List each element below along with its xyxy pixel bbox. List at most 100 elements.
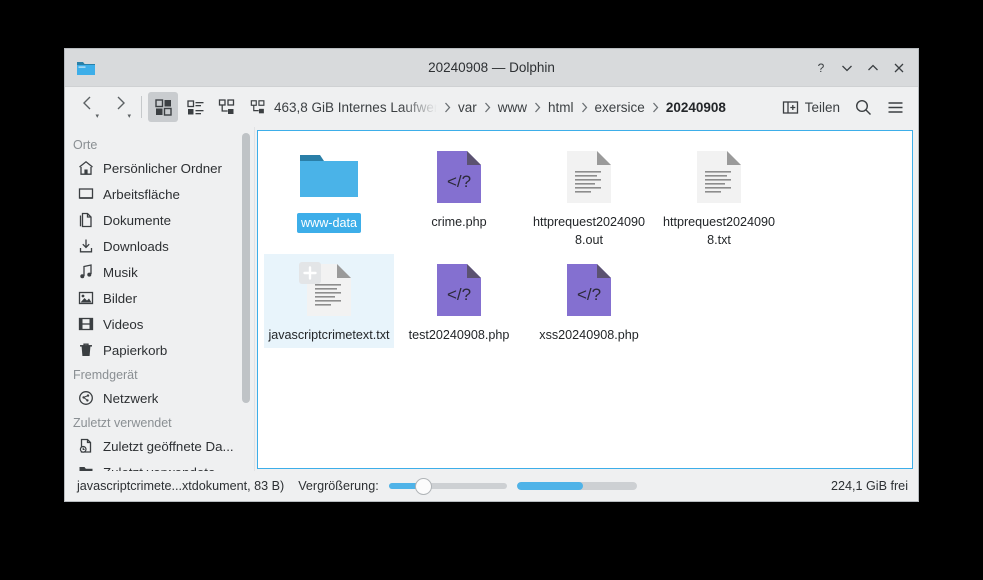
sidebar-item-label: Zuletzt verwendete ... [103,465,230,472]
places-root-icon[interactable] [250,99,267,116]
recent-folders-icon [77,464,94,471]
breadcrumb-item-var[interactable]: var [458,100,477,115]
share-panel-icon [782,99,799,116]
search-icon[interactable] [848,92,878,122]
sidebar-item-music[interactable]: Musik [65,259,255,285]
sidebar-item-label: Netzwerk [103,390,159,406]
sidebar-item-pictures[interactable]: Bilder [65,285,255,311]
window-controls: ? [808,55,918,81]
trash-icon [77,342,94,359]
sidebar-item-label: Musik [103,264,138,280]
breadcrumb-item-html[interactable]: html [548,100,574,115]
sidebar-item-recent-files[interactable]: Zuletzt geöffnete Da... [65,433,255,459]
icons-view-icon[interactable] [148,92,178,122]
sidebar-item-downloads[interactable]: Downloads [65,233,255,259]
file-view[interactable]: www-data </? crime.php httprequest202409… [257,130,913,469]
dolphin-window: 20240908 — Dolphin ? ▾ ▾ 463,8 GiB Inter… [64,48,919,502]
breadcrumb-separator [652,102,659,113]
screen: 20240908 — Dolphin ? ▾ ▾ 463,8 GiB Inter… [0,0,983,580]
breadcrumb-item-current[interactable]: 20240908 [666,100,726,115]
sidebar-group-title-orte: Orte [73,138,98,152]
videos-icon [77,316,94,333]
sidebar-item-label: Videos [103,316,144,332]
free-space-bar [516,482,637,490]
file-name[interactable]: httprequest20240908.out [528,213,650,250]
file-grid: www-data </? crime.php httprequest202409… [258,131,912,358]
hamburger-menu-icon[interactable] [880,92,910,122]
file-name[interactable]: www-data [297,213,361,234]
details-view-icon[interactable] [180,92,210,122]
zoom-slider[interactable] [388,477,507,495]
file-name[interactable]: javascriptcrimetext.txt [268,326,390,344]
sidebar-item-network[interactable]: Netzwerk [65,385,255,411]
statusbar: javascriptcrimete...xtdokument, 83 B) Ve… [65,471,918,501]
share-label: Teilen [804,99,840,115]
close-icon[interactable] [886,55,912,81]
sidebar-item-label: Dokumente [103,212,171,228]
file-name[interactable]: xss20240908.php [528,326,650,344]
titlebar: 20240908 — Dolphin ? [65,49,918,87]
back-dropdown-chevron-down-icon[interactable]: ▾ [95,112,99,120]
sidebar-item-recent-folders[interactable]: Zuletzt verwendete ... [65,459,255,471]
forward-icon[interactable]: ▾ [105,92,135,122]
file-item[interactable]: httprequest20240908.txt [654,141,784,254]
recent-files-icon [77,438,94,455]
file-item[interactable]: </? test20240908.php [394,254,524,348]
svg-text:</?: </? [577,285,601,304]
file-name[interactable]: httprequest20240908.txt [658,213,780,250]
breadcrumb-item-www[interactable]: www [498,100,527,115]
zoom-label: Vergrößerung: [298,479,379,493]
sidebar-item-desktop[interactable]: Arbeitsfläche [65,181,255,207]
file-item[interactable]: javascriptcrimetext.txt [264,253,394,348]
zoom-slider-handle[interactable] [414,477,432,495]
file-item[interactable]: </? xss20240908.php [524,254,654,348]
file-item[interactable]: httprequest20240908.out [524,141,654,254]
file-item[interactable]: </? crime.php [394,141,524,254]
back-icon[interactable]: ▾ [73,92,103,122]
text-file-icon [297,260,361,320]
breadcrumb-separator [444,102,451,113]
sidebar-item-home[interactable]: Persönlicher Ordner [65,155,255,181]
toolbar: ▾ ▾ 463,8 GiB Internes Laufwerk var www … [65,87,918,127]
share-button[interactable]: Teilen [776,95,846,120]
file-view-wrapper: www-data </? crime.php httprequest202409… [255,127,918,471]
sidebar-item-label: Bilder [103,290,137,306]
forward-dropdown-chevron-down-icon[interactable]: ▾ [127,112,131,120]
home-icon [77,160,94,177]
file-name[interactable]: crime.php [398,213,520,231]
select-plus-icon[interactable] [299,261,321,284]
breadcrumb-item-exersice[interactable]: exersice [595,100,645,115]
sidebar-item-videos[interactable]: Videos [65,311,255,337]
music-icon [77,264,94,281]
sidebar-scrollbar[interactable] [242,133,250,403]
breadcrumb-item-root[interactable]: 463,8 GiB Internes Laufwerk [274,100,437,115]
navigation-buttons: ▾ ▾ [73,92,135,122]
documents-icon [77,212,94,229]
php-file-icon: </? [427,260,491,320]
sidebar-item-trash[interactable]: Papierkorb [65,337,255,363]
folder-icon [75,57,97,79]
sidebar-item-documents[interactable]: Dokumente [65,207,255,233]
sidebar-item-label: Persönlicher Ordner [103,160,222,176]
svg-text:</?: </? [447,285,471,304]
file-item[interactable]: www-data [264,141,394,254]
window-body: Orte Persönlicher Ordner Arbeitsfläche D… [65,127,918,471]
svg-text:?: ? [818,61,825,75]
free-space-bar-fill [516,482,583,490]
desktop-icon [77,186,94,203]
sidebar-item-label: Downloads [103,238,169,254]
toolbar-right-actions: Teilen [770,92,910,122]
breadcrumb-separator [581,102,588,113]
window-title: 20240908 — Dolphin [428,60,555,75]
maximize-icon[interactable] [860,55,886,81]
split-view-icon[interactable] [212,92,242,122]
file-name[interactable]: test20240908.php [398,326,520,344]
sidebar-item-label: Arbeitsfläche [103,186,180,202]
sidebar-item-label: Papierkorb [103,342,168,358]
breadcrumb-separator [534,102,541,113]
breadcrumb-separator [484,102,491,113]
sidebar-group-title-zuletzt: Zuletzt verwendet [73,416,172,430]
status-selection-text: javascriptcrimete...xtdokument, 83 B) [77,479,285,493]
minimize-icon[interactable] [834,55,860,81]
help-button[interactable]: ? [808,55,834,81]
